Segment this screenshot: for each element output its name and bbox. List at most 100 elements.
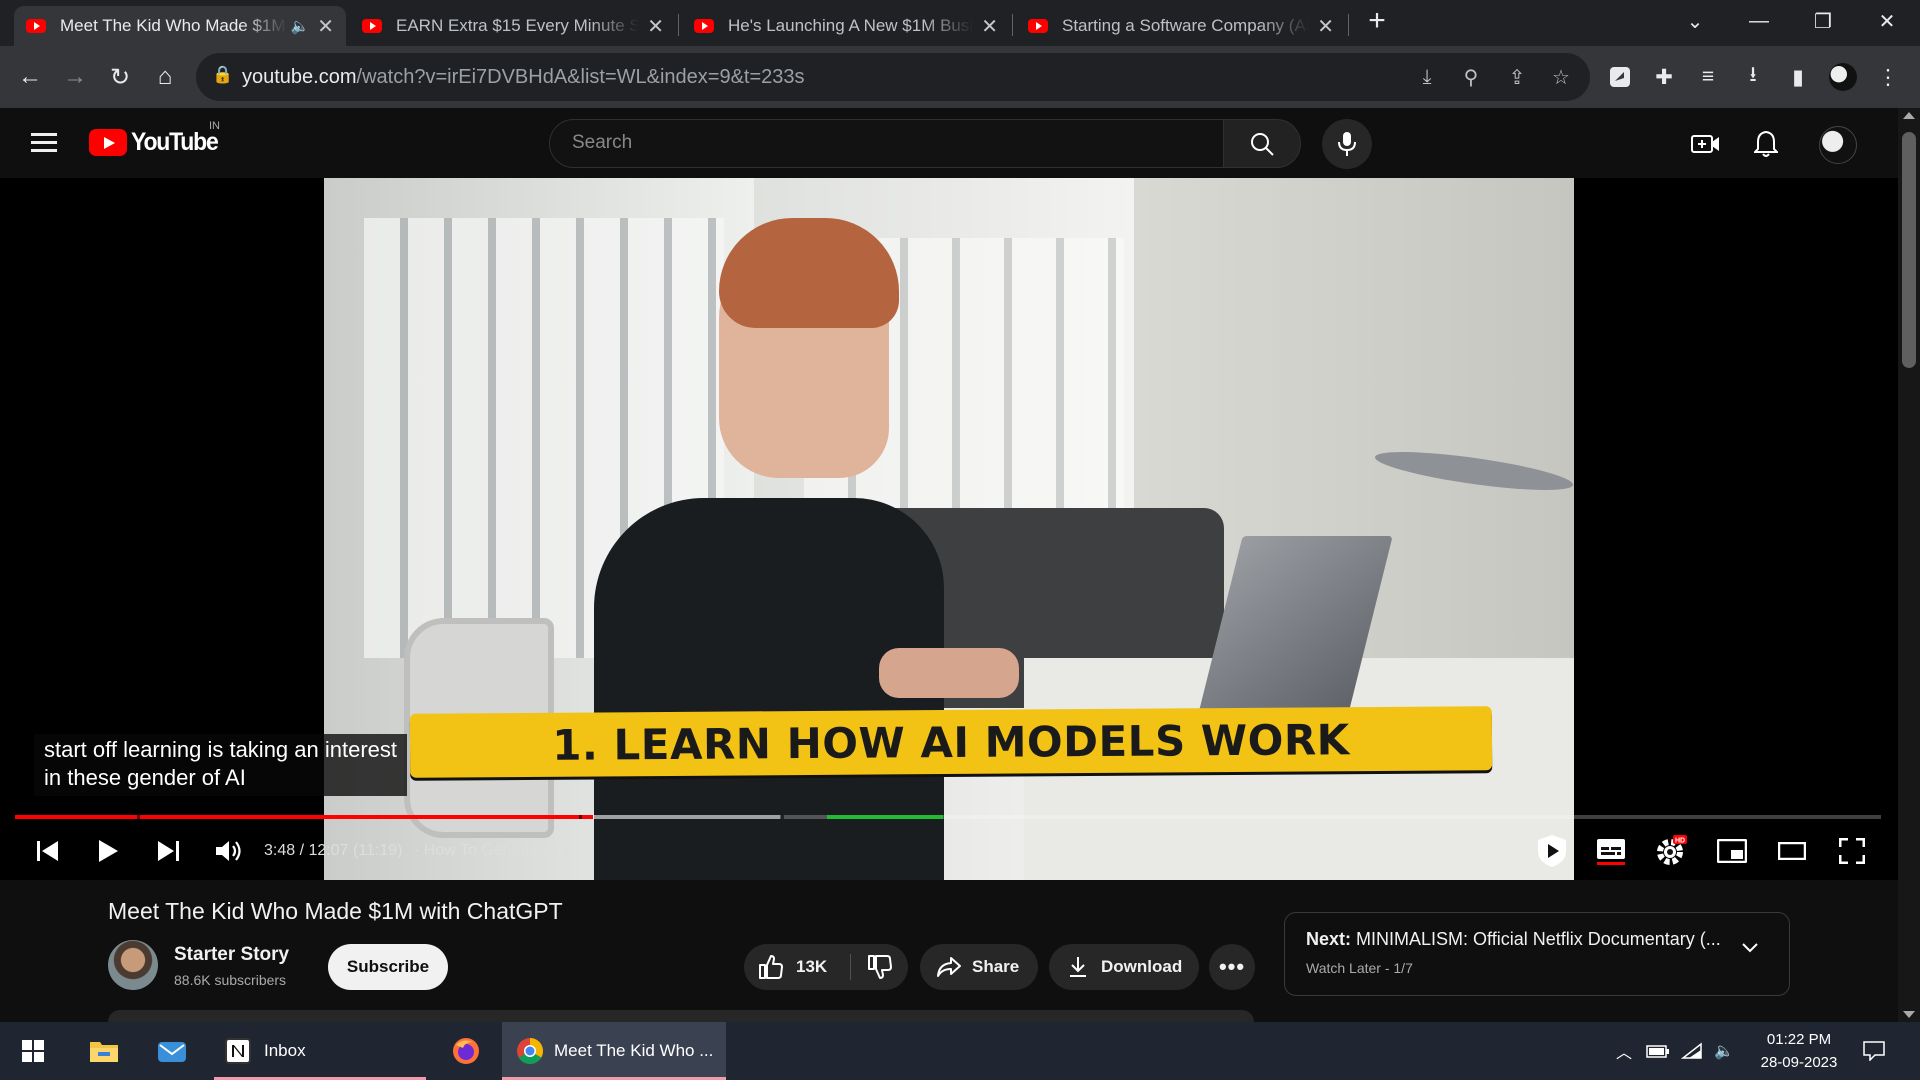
miniplayer-button[interactable] <box>1710 831 1754 871</box>
minimize-icon[interactable]: — <box>1730 0 1788 42</box>
profile-avatar[interactable] <box>1827 61 1859 93</box>
page-scrollbar[interactable] <box>1898 108 1920 1022</box>
scroll-up-arrow-icon[interactable] <box>1903 112 1915 119</box>
tab-close-icon[interactable]: ✕ <box>981 14 998 39</box>
window-close-icon[interactable]: ✕ <box>1858 0 1916 42</box>
youtube-masthead: YouTube IN <box>0 108 1898 178</box>
notion-inbox-taskbar-item[interactable]: Inbox <box>214 1022 426 1080</box>
windows-taskbar: Inbox Meet The Kid Who ... ︿ 🔈 01:22 PM … <box>0 1022 1920 1080</box>
progress-bar[interactable] <box>15 815 1881 819</box>
reload-icon[interactable]: ↻ <box>102 59 138 95</box>
mail-app-icon[interactable] <box>144 1022 200 1080</box>
account-avatar[interactable] <box>1819 126 1857 164</box>
windows-start-icon[interactable] <box>6 1022 60 1080</box>
share-button[interactable]: Share <box>920 944 1038 990</box>
chapter-title: How To Get Into AI <box>423 842 557 859</box>
extensions-puzzle-icon[interactable]: ✚ <box>1648 61 1680 93</box>
extension-app-icon[interactable] <box>1604 61 1636 93</box>
more-actions-button[interactable]: ••• <box>1209 944 1255 990</box>
fullscreen-icon <box>1839 838 1865 864</box>
subtitles-button[interactable] <box>1589 831 1633 871</box>
create-video-icon[interactable] <box>1688 126 1724 162</box>
notifications-bell-icon[interactable] <box>1748 126 1784 162</box>
forward-arrow-icon[interactable]: → <box>57 59 93 95</box>
scroll-down-arrow-icon[interactable] <box>1903 1011 1915 1018</box>
lock-icon[interactable]: 🔒 <box>212 65 233 85</box>
shield-play-icon <box>1538 835 1566 867</box>
back-arrow-icon[interactable]: ← <box>12 59 48 95</box>
browser-tab[interactable]: He's Launching A New $1M Business ✕ <box>682 6 1010 46</box>
autoplay-shield-button[interactable] <box>1530 831 1574 871</box>
youtube-favicon-icon <box>362 19 382 33</box>
tab-close-icon[interactable]: ✕ <box>317 14 334 39</box>
show-hidden-icons-chevron-icon[interactable]: ︿ <box>1612 1039 1636 1063</box>
downloads-icon[interactable]: ⭳ <box>1737 61 1769 93</box>
url-path: /watch?v=irEi7DVBHdA&list=WL&index=9&t=2… <box>356 66 805 88</box>
video-player[interactable]: 1. LEARN HOW AI MODELS WORK start off le… <box>0 178 1898 880</box>
up-next-card[interactable]: Next: MINIMALISM: Official Netflix Docum… <box>1284 912 1790 996</box>
previous-video-button[interactable] <box>26 831 70 871</box>
battery-icon[interactable] <box>1646 1039 1670 1063</box>
channel-avatar[interactable] <box>108 940 158 990</box>
play-button[interactable] <box>86 831 130 871</box>
scrollbar-thumb[interactable] <box>1902 132 1916 368</box>
chapter-title-button[interactable]: · How To Get Into AI › <box>414 842 568 860</box>
chapter-marker <box>781 815 784 819</box>
notion-icon <box>225 1038 251 1064</box>
new-tab-plus-icon[interactable]: + <box>1348 0 1406 42</box>
up-next-video-title: MINIMALISM: Official Netflix Documentary… <box>1356 929 1721 949</box>
url-text[interactable]: youtube.com/watch?v=irEi7DVBHdA&list=WL&… <box>242 66 805 89</box>
volume-tray-icon[interactable]: 🔈 <box>1712 1039 1736 1063</box>
file-explorer-icon[interactable] <box>76 1022 132 1080</box>
chevron-down-icon[interactable] <box>1741 941 1759 959</box>
browser-tab-active[interactable]: Meet The Kid Who Made $1M with ChatGPT 🔈… <box>14 6 346 46</box>
caption-line: in these gender of AI <box>44 765 246 790</box>
video-overlay-banner: 1. LEARN HOW AI MODELS WORK <box>409 706 1493 778</box>
notification-center-icon[interactable] <box>1862 1039 1886 1063</box>
up-next-prefix: Next: <box>1306 929 1352 949</box>
youtube-logo[interactable]: YouTube IN <box>89 120 225 157</box>
kebab-menu-icon[interactable]: ⋮ <box>1872 61 1904 93</box>
tab-search-chevron-icon[interactable]: ⌄ <box>1666 0 1724 42</box>
restore-icon[interactable]: ❐ <box>1794 0 1852 42</box>
person-hands <box>879 648 1019 698</box>
install-app-icon[interactable]: ⤓ <box>1414 65 1440 89</box>
network-icon[interactable] <box>1680 1039 1704 1063</box>
share-page-icon[interactable]: ⇪ <box>1504 65 1530 89</box>
browser-tab[interactable]: EARN Extra $15 Every Minute SEO ✕ <box>350 6 676 46</box>
download-button[interactable]: Download <box>1049 944 1199 990</box>
dislike-button[interactable] <box>851 944 908 990</box>
side-panel-icon[interactable]: ▮ <box>1782 61 1814 93</box>
volume-button[interactable] <box>206 831 250 871</box>
subscribe-button[interactable]: Subscribe <box>328 944 448 990</box>
voice-search-button[interactable] <box>1322 119 1372 169</box>
search-input[interactable] <box>572 132 1192 154</box>
home-icon[interactable]: ⌂ <box>147 59 183 95</box>
speaker-muted-icon[interactable]: 🔈 <box>291 17 310 35</box>
browser-tab[interactable]: Starting a Software Company (AI ✕ <box>1016 6 1346 46</box>
like-button[interactable]: 13K <box>744 944 850 990</box>
tab-close-icon[interactable]: ✕ <box>1317 14 1334 39</box>
play-icon <box>99 840 118 862</box>
theater-icon <box>1778 842 1806 860</box>
search-button[interactable] <box>1223 119 1301 168</box>
logo-wordmark: YouTube <box>131 128 219 156</box>
zoom-icon[interactable]: ⚲ <box>1458 65 1484 89</box>
tab-separator <box>678 14 679 36</box>
theater-mode-button[interactable] <box>1770 831 1814 871</box>
fullscreen-button[interactable] <box>1830 831 1874 871</box>
channel-name[interactable]: Starter Story <box>174 944 289 966</box>
system-clock[interactable]: 01:22 PM 28-09-2023 <box>1744 1028 1854 1074</box>
address-bar[interactable]: 🔒 youtube.com/watch?v=irEi7DVBHdA&list=W… <box>196 53 1590 101</box>
firefox-icon[interactable] <box>438 1022 494 1080</box>
description-box[interactable] <box>108 1010 1254 1022</box>
next-video-button[interactable] <box>146 831 190 871</box>
settings-button[interactable]: HD <box>1649 831 1693 871</box>
bookmark-star-icon[interactable]: ☆ <box>1548 65 1574 89</box>
browser-tab-strip: Meet The Kid Who Made $1M with ChatGPT 🔈… <box>0 0 1920 46</box>
media-controls-icon[interactable]: ≡ <box>1692 61 1724 93</box>
hamburger-menu-icon[interactable] <box>28 130 60 156</box>
captions-icon <box>1597 839 1625 865</box>
chrome-taskbar-item[interactable]: Meet The Kid Who ... <box>502 1022 726 1080</box>
tab-close-icon[interactable]: ✕ <box>647 14 664 39</box>
